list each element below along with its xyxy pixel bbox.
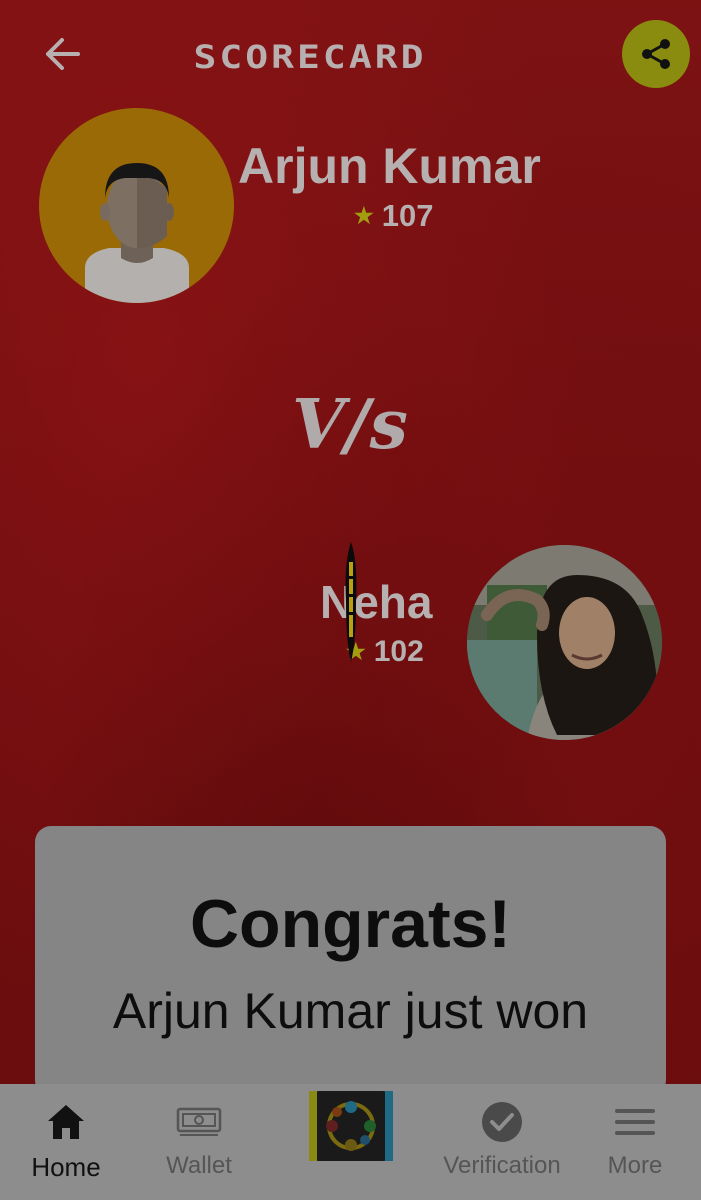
arrow-left-icon: [46, 38, 80, 70]
back-button[interactable]: [40, 34, 84, 74]
nav-item-wallet[interactable]: Wallet: [150, 1084, 248, 1200]
page-title: SCORECARD: [193, 38, 427, 76]
congrats-headline: Congrats!: [189, 886, 512, 962]
star-icon: ★: [354, 203, 374, 228]
nav-label-verification: Verification: [443, 1152, 561, 1179]
wallet-icon: [176, 1107, 222, 1136]
nav-label-wallet: Wallet: [166, 1152, 232, 1179]
menu-icon: [615, 1109, 655, 1135]
player1-name: Arjun Kumar: [238, 138, 541, 194]
rocket-decoration: [345, 542, 357, 662]
versus-label: V/s: [292, 385, 408, 465]
result-card: Congrats! Arjun Kumar just won: [35, 826, 666, 1096]
share-button[interactable]: [622, 20, 690, 88]
home-icon: [48, 1105, 84, 1139]
nav-item-verification[interactable]: Verification: [436, 1084, 568, 1200]
nav-label-more: More: [607, 1152, 663, 1179]
app-logo-icon: [309, 1091, 393, 1161]
share-icon: [642, 39, 670, 69]
player2-name: Neha: [320, 576, 433, 628]
player1-avatar: [39, 108, 234, 303]
bottom-nav: Home Wallet Verification More: [0, 1084, 701, 1200]
check-circle-icon: [482, 1102, 522, 1142]
winner-message: Arjun Kumar just won: [112, 983, 589, 1039]
player1-score: ★ 107: [354, 196, 433, 236]
male-avatar-icon: [85, 163, 189, 303]
profile-photo: [467, 545, 662, 740]
player1-score-value: 107: [381, 198, 434, 233]
nav-label-home: Home: [31, 1152, 101, 1182]
player2-avatar: [467, 545, 662, 740]
nav-item-home[interactable]: Home: [20, 1084, 112, 1200]
player2-score-value: 102: [373, 635, 424, 668]
nav-item-more[interactable]: More: [596, 1084, 674, 1200]
nav-item-app[interactable]: [305, 1084, 397, 1200]
